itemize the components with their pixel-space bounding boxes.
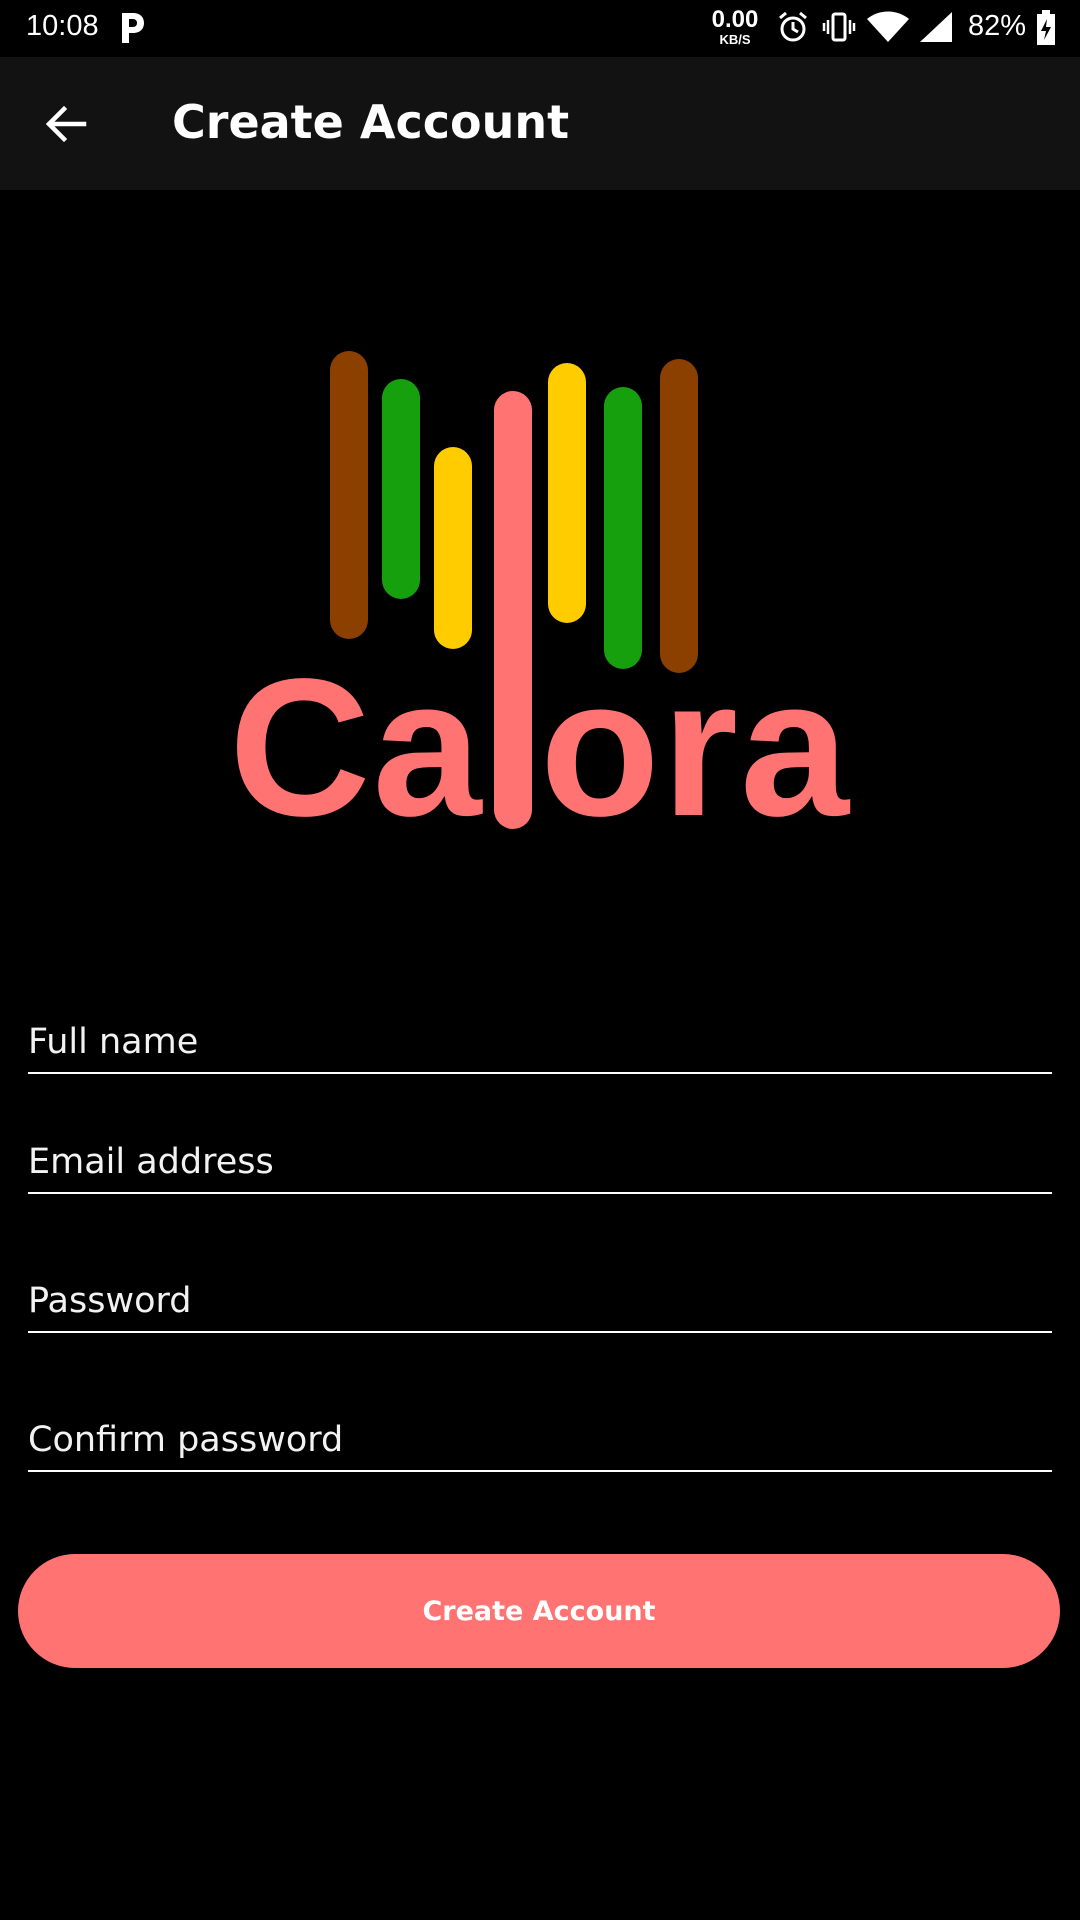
status-time: 10:08 — [26, 10, 99, 42]
email-input[interactable] — [28, 1142, 1052, 1192]
battery-charging-icon — [1037, 10, 1055, 45]
full-name-field — [28, 1022, 1052, 1074]
calora-logo: Calora — [220, 340, 860, 846]
page-title: Create Account — [172, 95, 570, 149]
network-speed-value: 0.00 — [711, 6, 759, 33]
arrow-left-icon — [45, 105, 87, 143]
network-speed-unit: KB/S — [719, 32, 751, 47]
wifi-icon — [867, 11, 909, 42]
full-name-input[interactable] — [28, 1022, 1052, 1072]
parking-p-icon — [122, 13, 144, 43]
back-button[interactable] — [30, 93, 102, 155]
signal-icon — [920, 12, 952, 42]
email-field — [28, 1142, 1052, 1194]
confirm-password-field — [28, 1420, 1052, 1472]
alarm-icon — [779, 11, 807, 42]
password-field — [28, 1281, 1052, 1333]
create-account-button[interactable]: Create Account — [18, 1554, 1060, 1668]
logo-wordmark: Calora — [228, 638, 851, 857]
network-speed: 0.00 KB/S — [706, 6, 764, 47]
status-bar: 10:08 0.00 KB/S 82% — [0, 0, 1080, 57]
vibrate-icon — [822, 12, 856, 42]
battery-percentage: 82% — [968, 10, 1027, 42]
app-bar: Create Account — [0, 57, 1080, 190]
confirm-password-input[interactable] — [28, 1420, 1052, 1470]
password-input[interactable] — [28, 1281, 1052, 1331]
